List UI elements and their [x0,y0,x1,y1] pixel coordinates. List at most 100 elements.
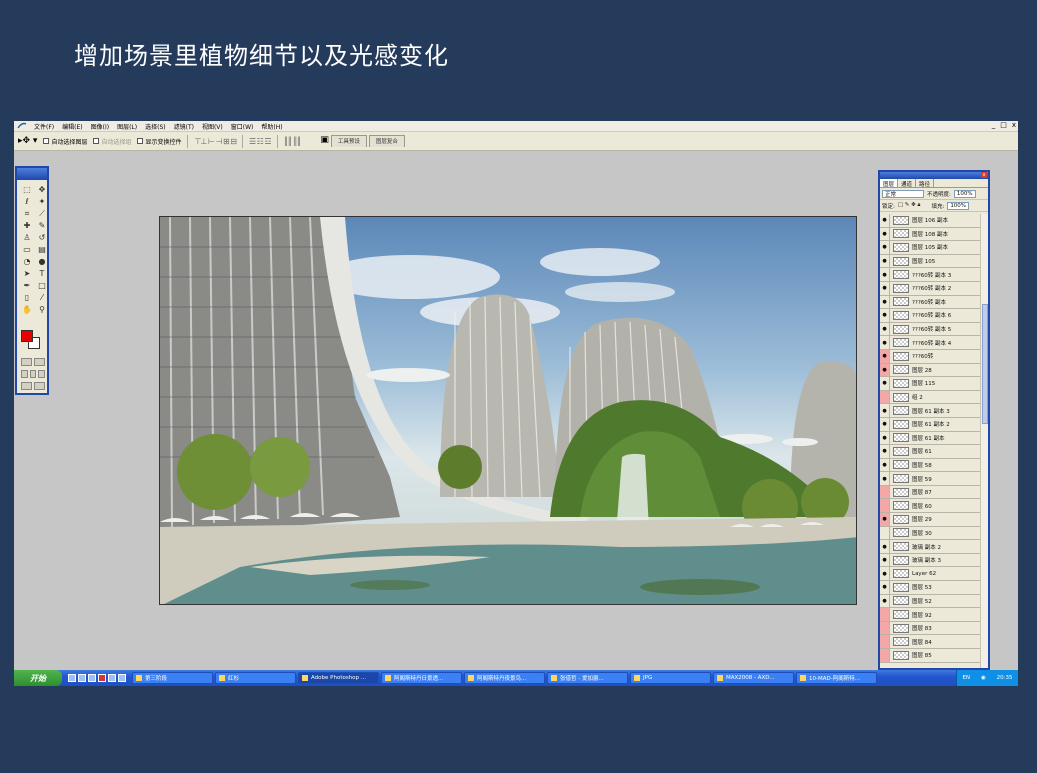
visibility-eye-icon[interactable]: ● [880,445,890,458]
visibility-eye-icon[interactable] [880,621,890,635]
visibility-eye-icon[interactable]: ● [880,268,890,281]
layer-row[interactable]: 图层 60 [880,499,983,514]
menu-help[interactable]: 帮助(H) [257,122,286,131]
taskbar-button[interactable]: 10-MAD-阿阁斯特... [796,672,877,684]
visibility-eye-icon[interactable]: ● [880,309,890,322]
visibility-eye-icon[interactable]: ● [880,254,890,268]
quick-mask-buttons[interactable] [21,358,45,366]
clone-stamp-icon[interactable]: ♙ [21,232,33,243]
start-button[interactable]: 开始 [14,670,62,686]
layer-row[interactable]: ● 图层 53 [880,581,983,595]
visibility-eye-icon[interactable] [880,526,890,540]
layer-row[interactable]: ● 图层 105 [880,254,983,269]
shape-tool-icon[interactable]: □ [36,280,48,291]
visibility-eye-icon[interactable]: ● [880,458,890,472]
dodge-tool-icon[interactable]: ● [36,256,48,267]
layer-row[interactable]: ● ???60转 副本 3 [880,268,983,282]
layer-row[interactable]: ● 图层 58 [880,458,983,473]
layer-row[interactable]: ● 图层 105 副本 [880,241,983,255]
layer-row[interactable]: ● ???60转 副本 [880,295,983,310]
zoom-tool-icon[interactable]: ⚲ [36,304,48,315]
distribute-icons[interactable]: ☰ ☷ ☲ [249,137,272,146]
layer-row[interactable]: 图层 85 [880,649,983,663]
layer-row[interactable]: 组 2 [880,390,983,405]
menu-image[interactable]: 图像(I) [87,122,113,131]
auto-select-group-checkbox[interactable]: 自动选择组 [93,137,131,146]
blur-tool-icon[interactable]: ◔ [21,256,33,267]
move-tool-icon[interactable]: ✥ [36,184,48,195]
layer-row[interactable]: 图层 92 [880,608,983,622]
layer-row[interactable]: ● 玻璃 副本 2 [880,540,983,554]
layer-row[interactable]: 图层 30 [880,526,983,541]
layer-row[interactable]: ● 图层 28 [880,363,983,378]
align-icons[interactable]: ⊤⊥ ⊢ ⊣ ⊞ ⊟ [194,137,236,146]
layer-row[interactable]: ● 图层 59 [880,472,983,486]
jump-to-imageready-button[interactable] [21,382,45,390]
visibility-eye-icon[interactable]: ● [880,377,890,390]
visibility-eye-icon[interactable]: ● [880,567,890,581]
taskbar-button[interactable]: 张借哲 - 爱加爵... [547,672,628,684]
visibility-eye-icon[interactable]: ● [880,513,890,526]
taskbar-button[interactable]: 第三阶段 [132,672,213,684]
visibility-eye-icon[interactable] [880,649,890,662]
layer-row[interactable]: ● 图层 115 [880,377,983,391]
visibility-eye-icon[interactable]: ● [880,594,890,608]
visibility-eye-icon[interactable]: ● [880,281,890,295]
quicklaunch-icon[interactable] [108,674,116,682]
opacity-input[interactable]: 100% [953,189,976,198]
visibility-eye-icon[interactable] [880,499,890,513]
layer-row[interactable]: 图层 87 [880,485,983,500]
layer-row[interactable]: ● ???60转 副本 6 [880,309,983,323]
hand-tool-icon[interactable]: ✋ [21,304,33,315]
layer-row[interactable]: ● 图层 52 [880,594,983,609]
layer-row[interactable]: ● Layer 62 [880,567,983,582]
visibility-eye-icon[interactable] [880,485,890,499]
eyedropper-icon[interactable]: ⁄ [36,292,48,303]
path-select-icon[interactable]: ➤ [21,268,33,279]
panel-close-button[interactable]: x [981,172,987,178]
quicklaunch-icon[interactable] [118,674,126,682]
menu-view[interactable]: 视图(V) [198,122,227,131]
notes-tool-icon[interactable]: ▯ [21,292,33,303]
move-tool-icon[interactable]: ▸✥ ▾ [18,136,37,146]
visibility-eye-icon[interactable]: ● [880,431,890,445]
visibility-eye-icon[interactable]: ● [880,227,890,241]
tray-icon[interactable]: ◉ [981,675,986,681]
tab-layers[interactable]: 图层 [880,179,899,188]
show-transform-controls-checkbox[interactable]: 显示变换控件 [137,137,181,146]
layer-row[interactable]: ● 图层 61 副本 [880,431,983,446]
taskbar-button[interactable]: JPG [630,672,711,684]
crop-tool-icon[interactable]: ⌗ [21,208,33,219]
visibility-eye-icon[interactable] [880,635,890,648]
history-brush-icon[interactable]: ↺ [36,232,48,243]
language-indicator[interactable]: EN [962,675,970,681]
foreground-color-swatch[interactable] [21,330,33,342]
visibility-eye-icon[interactable]: ● [880,404,890,417]
visibility-eye-icon[interactable] [880,608,890,621]
close-button[interactable]: x [1012,121,1016,129]
tab-channels[interactable]: 通道 [898,179,917,188]
magic-wand-icon[interactable]: ✦ [36,196,48,207]
visibility-eye-icon[interactable]: ● [880,472,890,485]
tab-paths[interactable]: 路径 [916,179,935,188]
pen-tool-icon[interactable]: ✒ [21,280,33,291]
visibility-eye-icon[interactable]: ● [880,214,890,227]
visibility-eye-icon[interactable]: ● [880,417,890,431]
quicklaunch-icon[interactable] [98,674,106,682]
lasso-tool-icon[interactable]: ℓ [21,196,33,207]
visibility-eye-icon[interactable]: ● [880,553,890,567]
layer-row[interactable]: ● 图层 61 副本 3 [880,404,983,418]
layer-row[interactable]: ● ???60转 副本 4 [880,336,983,350]
blend-mode-select[interactable]: 正常 [882,189,924,198]
layer-row[interactable]: ● ???60转 副本 5 [880,322,983,337]
visibility-eye-icon[interactable]: ● [880,581,890,594]
menu-edit[interactable]: 编辑(E) [58,122,86,131]
layer-row[interactable]: ● 图层 29 [880,513,983,527]
menu-filter[interactable]: 滤镜(T) [170,122,198,131]
taskbar-button[interactable]: 红杉 [215,672,296,684]
fill-input[interactable]: 100% [947,201,970,210]
menu-select[interactable]: 选择(S) [141,122,170,131]
tab-layer-comps[interactable]: 图层复合 [368,135,405,147]
taskbar-button[interactable]: 阿阁斯特丹日景透... [381,672,462,684]
layer-row[interactable]: ● 图层 61 [880,445,983,459]
